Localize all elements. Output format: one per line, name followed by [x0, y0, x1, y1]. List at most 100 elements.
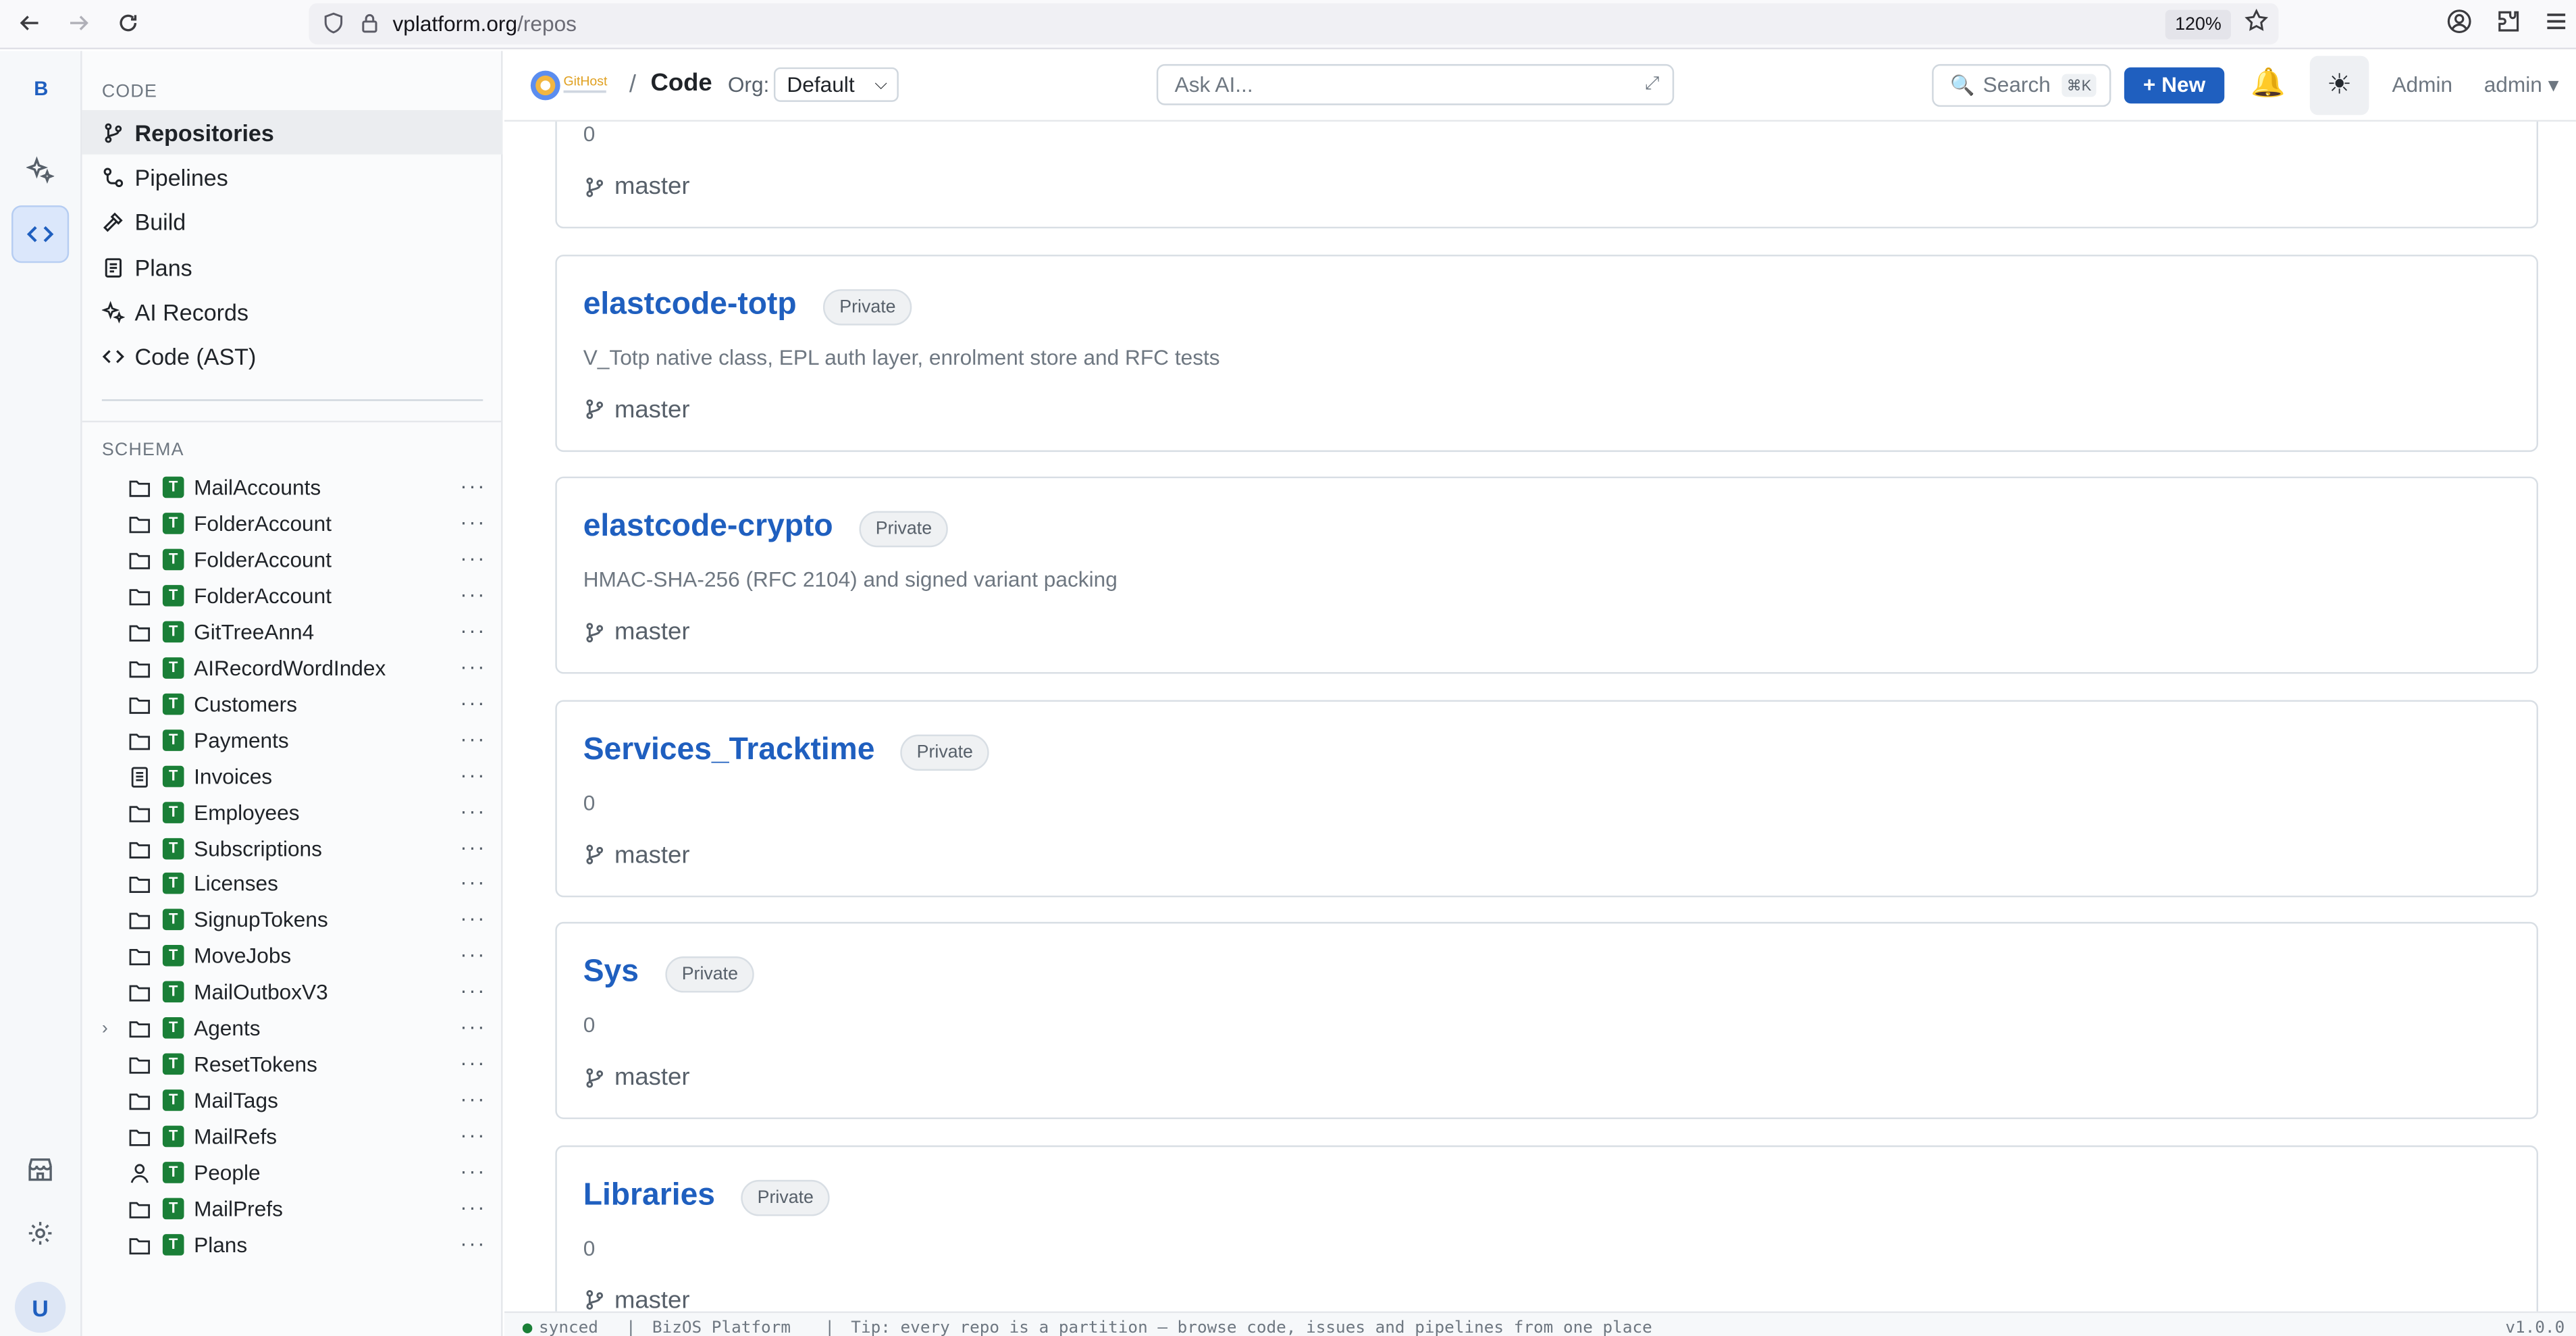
more-icon[interactable]: ···	[460, 798, 486, 822]
schema-row[interactable]: T People ···	[82, 1156, 503, 1192]
repo-card[interactable]: Sys Private 0 master	[555, 921, 2538, 1119]
sidebar-item-pipelines[interactable]: Pipelines	[82, 155, 503, 199]
more-icon[interactable]: ···	[460, 762, 486, 786]
more-icon[interactable]: ···	[460, 1195, 486, 1219]
schema-row[interactable]: T GitTreeAnn4 ···	[82, 614, 503, 650]
more-icon[interactable]: ···	[460, 1087, 486, 1111]
user-menu[interactable]: admin ▾	[2484, 72, 2559, 99]
schema-row[interactable]: T Invoices ···	[82, 759, 503, 795]
schema-row[interactable]: T SignupTokens ···	[82, 903, 503, 940]
zoom-level[interactable]: 120%	[2165, 9, 2232, 40]
bell-icon[interactable]: 🔔	[2251, 68, 2286, 101]
repo-name-link[interactable]: Services_Tracktime	[583, 732, 875, 769]
schema-row[interactable]: T FolderAccount ···	[82, 542, 503, 579]
repo-card[interactable]: elastcode-totp Private V_Totp native class…	[555, 253, 2538, 451]
branch-icon	[586, 622, 604, 642]
more-icon[interactable]: ···	[460, 870, 486, 894]
repo-name-link[interactable]: Libraries	[583, 1177, 715, 1214]
schema-row[interactable]: T MailRefs ···	[82, 1119, 503, 1156]
sun-icon: ☀	[2327, 69, 2352, 101]
rail-settings-button[interactable]	[11, 1204, 69, 1262]
sidebar-item-ai-records[interactable]: AI Records	[82, 289, 503, 334]
schema-row[interactable]: T MoveJobs ···	[82, 939, 503, 975]
table-type-badge: T	[162, 1234, 184, 1256]
admin-link[interactable]: Admin	[2392, 72, 2452, 97]
repo-name-link[interactable]: Sys	[583, 955, 639, 992]
repo-branch: master	[583, 1286, 689, 1312]
expand-icon[interactable]: ⤢	[1645, 66, 1659, 103]
org-select[interactable]: Default ⌵	[773, 67, 899, 102]
theme-toggle-button[interactable]: ☀	[2309, 55, 2369, 115]
branch-icon	[586, 1290, 604, 1310]
more-icon[interactable]: ···	[460, 545, 486, 569]
more-icon[interactable]: ···	[460, 1123, 486, 1147]
more-icon[interactable]: ···	[460, 906, 486, 931]
schema-row[interactable]: T ResetTokens ···	[82, 1047, 503, 1083]
schema-row[interactable]: T Subscriptions ···	[82, 831, 503, 867]
more-icon[interactable]: ···	[460, 1231, 486, 1255]
status-separator: |	[824, 1319, 835, 1336]
more-icon[interactable]: ···	[460, 690, 486, 714]
repo-card[interactable]: 0 master	[555, 122, 2538, 229]
more-icon[interactable]: ···	[460, 582, 486, 606]
table-type-badge: T	[162, 1125, 184, 1148]
search-button[interactable]: 🔍 Search ⌘K	[1932, 63, 2111, 107]
sidebar-item-build[interactable]: Build	[82, 199, 503, 243]
folder-icon	[129, 733, 151, 750]
sidebar-item-plans[interactable]: Plans	[82, 245, 503, 290]
schema-row[interactable]: T Payments ···	[82, 723, 503, 759]
more-icon[interactable]: ···	[460, 834, 486, 858]
schema-row[interactable]: T Plans ···	[82, 1227, 503, 1264]
address-bar[interactable]: vplatform.org/repos 120%	[309, 3, 2279, 45]
more-icon[interactable]: ···	[460, 1050, 486, 1075]
rail-code-button[interactable]	[11, 205, 70, 263]
repo-card[interactable]: elastcode-crypto Private HMAC-SHA-256 (RFC…	[555, 476, 2538, 674]
repo-card[interactable]: Services_Tracktime Private 0 master	[555, 699, 2538, 897]
shield-icon[interactable]	[322, 11, 345, 34]
more-icon[interactable]: ···	[460, 1014, 486, 1039]
schema-row[interactable]: T MailTags ···	[82, 1083, 503, 1120]
rail-ai-button[interactable]	[11, 141, 69, 199]
chevron-right-icon[interactable]: ›	[102, 1019, 118, 1039]
repo-card[interactable]: Libraries Private 0 master	[555, 1144, 2538, 1312]
url-text: vplatform.org/repos	[392, 11, 577, 36]
schema-row[interactable]: T AIRecordWordIndex ···	[82, 650, 503, 687]
brand-mark[interactable]: B	[22, 77, 61, 103]
code-icon	[26, 226, 54, 242]
schema-row[interactable]: T Customers ···	[82, 686, 503, 723]
new-button[interactable]: + New	[2124, 67, 2225, 104]
schema-row[interactable]: › T Agents ···	[82, 1011, 503, 1048]
ask-ai-input[interactable]: Ask AI... ⤢	[1156, 63, 1675, 105]
more-icon[interactable]: ···	[460, 726, 486, 750]
more-icon[interactable]: ···	[460, 978, 486, 1002]
more-icon[interactable]: ···	[460, 473, 486, 498]
schema-row[interactable]: T Employees ···	[82, 794, 503, 831]
githost-logo[interactable]: GitHost	[527, 68, 613, 104]
repo-name-link[interactable]: elastcode-crypto	[583, 509, 833, 546]
nav-divider	[101, 399, 483, 401]
schema-row[interactable]: T MailPrefs ···	[82, 1191, 503, 1228]
more-icon[interactable]: ···	[460, 509, 486, 534]
sidebar-item-code-ast[interactable]: Code (AST)	[82, 334, 503, 378]
more-icon[interactable]: ···	[460, 1158, 486, 1183]
more-icon[interactable]: ···	[460, 617, 486, 642]
account-icon[interactable]	[2446, 8, 2473, 34]
bookmark-star-icon[interactable]	[2244, 8, 2269, 32]
more-icon[interactable]: ···	[460, 654, 486, 678]
schema-row[interactable]: T FolderAccount ···	[82, 506, 503, 542]
rail-store-button[interactable]	[11, 1141, 69, 1198]
schema-row[interactable]: T MailAccounts ···	[82, 470, 503, 507]
repo-name-link[interactable]: elastcode-totp	[583, 287, 797, 324]
schema-row[interactable]: T Licenses ···	[82, 867, 503, 903]
extensions-icon[interactable]	[2496, 8, 2522, 34]
avatar[interactable]: U	[14, 1281, 66, 1333]
schema-row[interactable]: T FolderAccount ···	[82, 578, 503, 615]
sidebar-item-repositories[interactable]: Repositories	[82, 110, 503, 155]
menu-icon[interactable]	[2543, 8, 2569, 34]
schema-row[interactable]: T MailOutboxV3 ···	[82, 975, 503, 1011]
table-type-badge: T	[162, 1017, 184, 1039]
forward-icon[interactable]	[62, 7, 95, 40]
reload-icon[interactable]	[111, 7, 144, 40]
back-icon[interactable]	[13, 7, 46, 40]
more-icon[interactable]: ···	[460, 942, 486, 967]
